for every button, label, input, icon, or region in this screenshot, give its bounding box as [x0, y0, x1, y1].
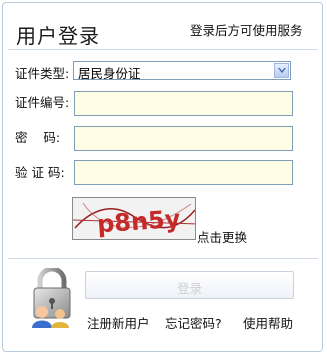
password-input[interactable]: [74, 126, 293, 151]
register-link[interactable]: 注册新用户: [87, 313, 150, 332]
lock-user-icon: [30, 266, 76, 332]
login-button-label: 登录: [176, 281, 202, 296]
header-divider: [8, 49, 318, 50]
page-subtitle: 登录后方可使用服务: [190, 23, 303, 38]
captcha-input[interactable]: [74, 160, 293, 185]
id-number-input[interactable]: [74, 91, 293, 116]
refresh-captcha-link[interactable]: 点击更换: [197, 227, 247, 246]
id-type-label: 证件类型:: [15, 66, 70, 81]
captcha-label: 验 证 码:: [15, 165, 65, 180]
id-number-label: 证件编号:: [15, 95, 70, 110]
chevron-down-icon[interactable]: [274, 63, 289, 78]
form-divider: [8, 258, 318, 259]
forgot-password-link[interactable]: 忘记密码?: [165, 313, 222, 332]
id-type-value: 居民身份证: [78, 66, 141, 81]
help-link[interactable]: 使用帮助: [243, 313, 293, 332]
id-type-select[interactable]: 居民身份证: [73, 61, 291, 81]
captcha-image[interactable]: p8n5y: [72, 197, 196, 240]
captcha-text: p8n5y: [96, 205, 181, 239]
page-title: 用户登录: [16, 24, 100, 48]
password-label: 密 码:: [15, 130, 61, 145]
login-button[interactable]: 登录: [85, 271, 294, 299]
